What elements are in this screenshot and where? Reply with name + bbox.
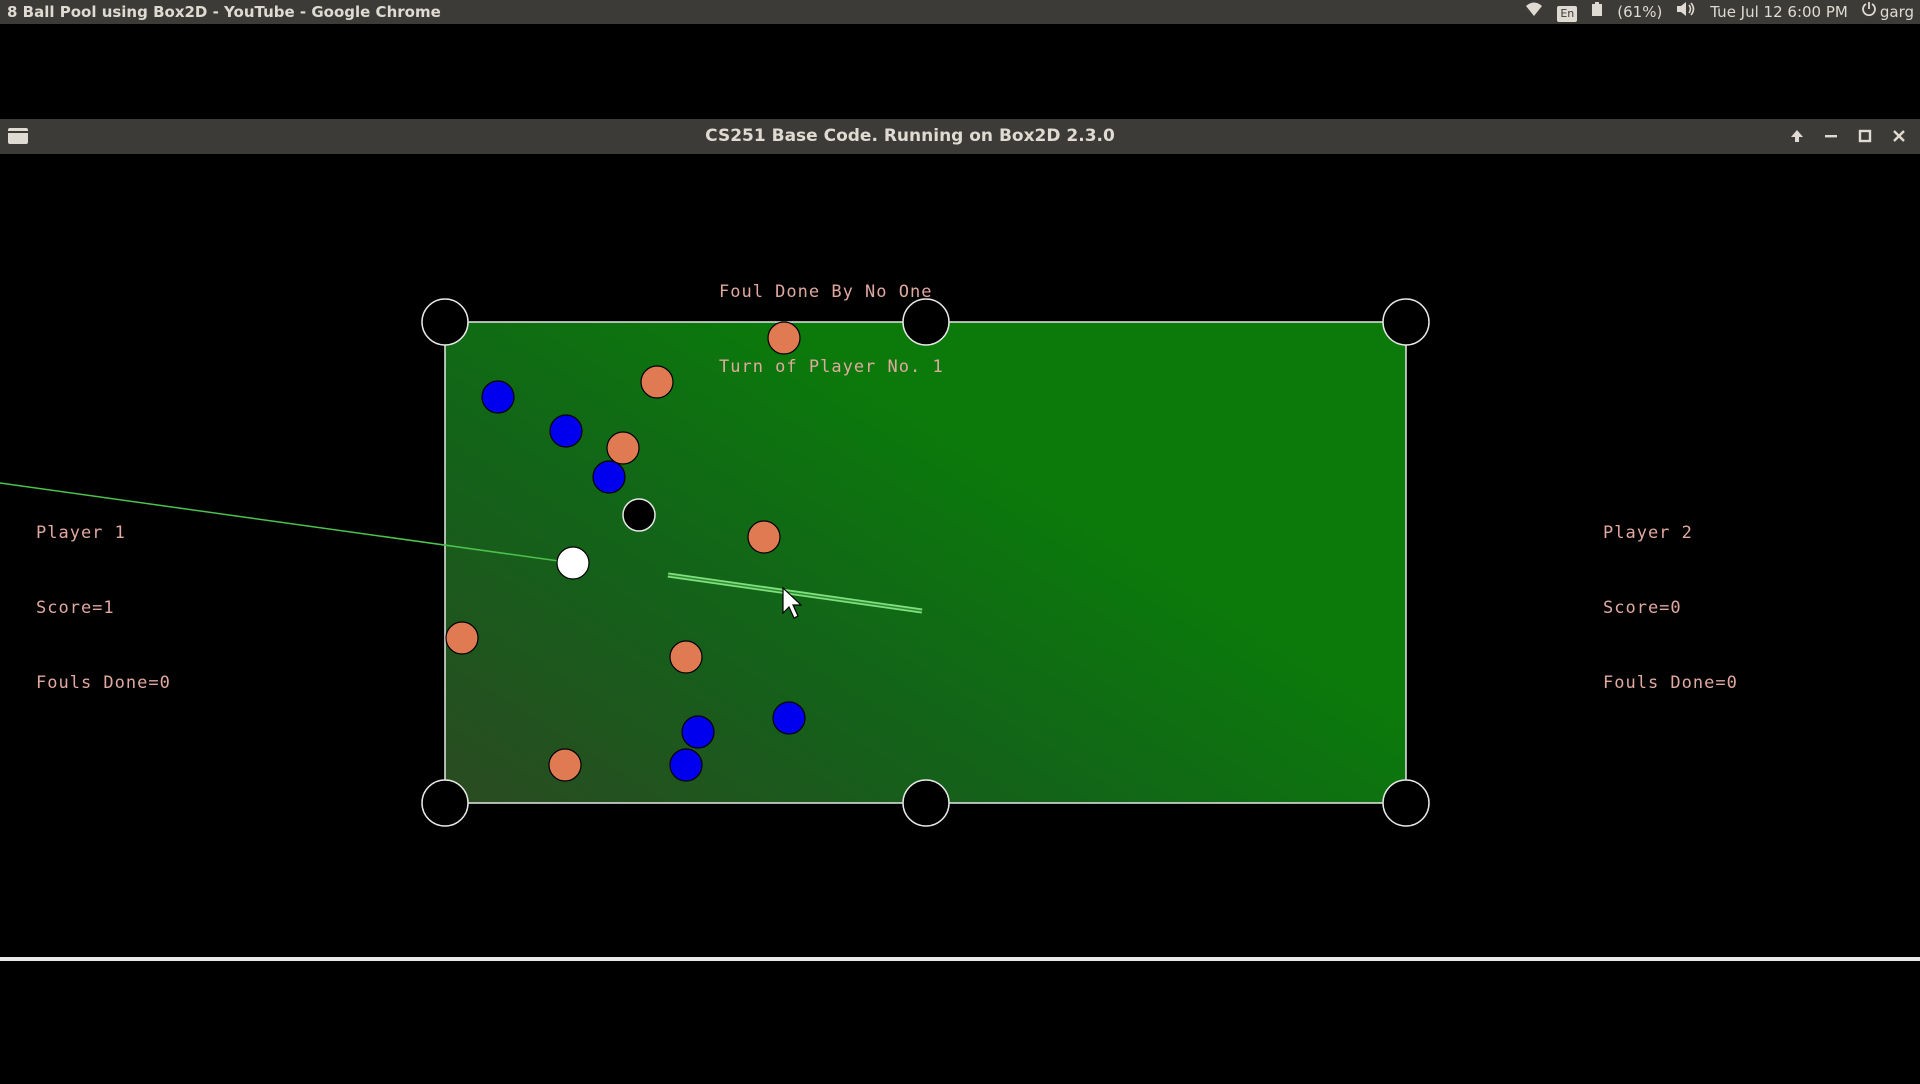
stripe-ball (681, 715, 715, 749)
pocket (1382, 298, 1430, 346)
clock[interactable]: Tue Jul 12 6:00 PM (1710, 0, 1848, 24)
system-top-bar: 8 Ball Pool using Box2D - YouTube - Goog… (0, 0, 1920, 24)
pocket (1382, 779, 1430, 827)
up-arrow-icon[interactable] (1786, 119, 1808, 154)
user-name: garg (1879, 3, 1914, 21)
battery-icon[interactable] (1591, 0, 1603, 24)
player1-score: Score=1 (36, 598, 115, 618)
window-controls (1786, 119, 1910, 154)
solid-ball (640, 365, 674, 399)
foul-status: Foul Done By No One (719, 282, 933, 302)
player2-fouls: Fouls Done=0 (1603, 673, 1738, 693)
player2-name: Player 2 (1603, 523, 1693, 543)
solid-ball (669, 640, 703, 674)
pocket (421, 298, 469, 346)
cue-ball[interactable] (556, 546, 590, 580)
close-icon[interactable] (1888, 119, 1910, 154)
pocket (421, 779, 469, 827)
eight-ball (622, 498, 656, 532)
solid-ball (548, 748, 582, 782)
keyboard-layout-indicator[interactable]: En (1557, 6, 1578, 22)
stripe-ball (481, 380, 515, 414)
app-window-titlebar[interactable]: CS251 Base Code. Running on Box2D 2.3.0 (0, 119, 1920, 154)
power-icon (1861, 0, 1876, 24)
player2-score: Score=0 (1603, 598, 1682, 618)
active-window-title: 8 Ball Pool using Box2D - YouTube - Goog… (7, 3, 441, 21)
game-canvas[interactable]: Foul Done By No One Turn of Player No. 1… (0, 154, 1920, 1080)
solid-ball (606, 431, 640, 465)
stripe-ball (772, 701, 806, 735)
battery-percentage: (61%) (1617, 3, 1663, 21)
user-menu[interactable]: garg (1861, 0, 1914, 24)
maximize-icon[interactable] (1854, 119, 1876, 154)
wifi-icon[interactable] (1525, 0, 1543, 24)
player1-fouls: Fouls Done=0 (36, 673, 171, 693)
app-window-title: CS251 Base Code. Running on Box2D 2.3.0 (705, 126, 1115, 146)
pocket (902, 779, 950, 827)
volume-icon[interactable] (1676, 0, 1696, 24)
stripe-ball (592, 460, 626, 494)
player2-panel: Player 2 Score=0 Fouls Done=0 (1603, 471, 1738, 746)
solid-ball (445, 621, 479, 655)
player1-panel: Player 1 Score=1 Fouls Done=0 (36, 471, 171, 746)
stripe-ball (549, 414, 583, 448)
game-status: Foul Done By No One Turn of Player No. 1 (719, 230, 944, 430)
player1-name: Player 1 (36, 523, 126, 543)
stripe-ball (669, 748, 703, 782)
system-tray: En (61%) Tue Jul 12 6:00 PM garg (1525, 0, 1914, 24)
turn-status: Turn of Player No. 1 (719, 357, 944, 377)
solid-ball (747, 520, 781, 554)
minimize-icon[interactable] (1820, 119, 1842, 154)
